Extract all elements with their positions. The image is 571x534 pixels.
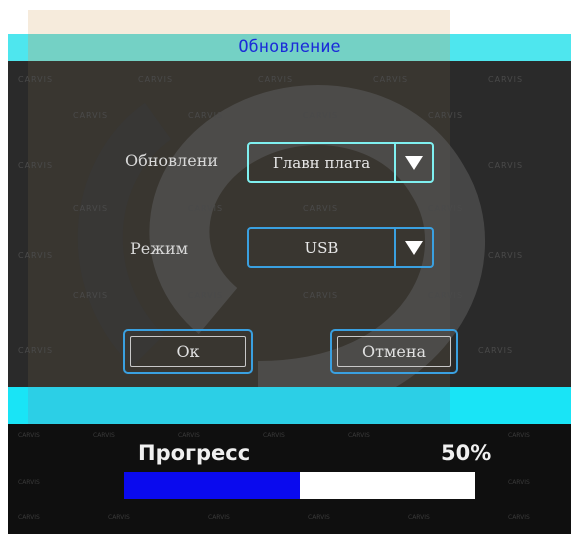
top-strip: [28, 10, 450, 34]
dialog-title: Обновление: [238, 37, 341, 57]
cancel-button-label: Отмена: [337, 336, 451, 367]
update-target-dropdown-button[interactable]: [394, 144, 432, 181]
watermark: CARVIS: [18, 514, 40, 521]
watermark: CARVIS: [73, 291, 109, 300]
watermark: CARVIS: [428, 111, 464, 120]
watermark: CARVIS: [478, 346, 514, 355]
background-swirl: [28, 61, 485, 387]
update-target-value: Главн плата: [272, 153, 371, 172]
watermark: CARVIS: [488, 75, 524, 84]
watermark: CARVIS: [303, 111, 339, 120]
progress-panel: CARVIS CARVIS CARVIS CARVIS CARVIS CARVI…: [8, 424, 571, 534]
cancel-button[interactable]: Отмена: [330, 329, 458, 374]
watermark: CARVIS: [18, 75, 54, 84]
update-target-select[interactable]: Главн плата: [247, 142, 434, 183]
dialog-title-bar: Обновление: [8, 34, 571, 61]
watermark: CARVIS: [188, 291, 224, 300]
watermark: CARVIS: [258, 75, 294, 84]
progress-bar-fill: [124, 472, 300, 499]
separator-band: [8, 387, 571, 424]
watermark: CARVIS: [308, 514, 330, 521]
watermark: CARVIS: [373, 75, 409, 84]
watermark: CARVIS: [348, 432, 370, 439]
watermark: CARVIS: [93, 432, 115, 439]
mode-label: Режим: [130, 239, 189, 258]
watermark: CARVIS: [73, 111, 109, 120]
watermark: CARVIS: [188, 204, 224, 213]
watermark: CARVIS: [488, 251, 524, 260]
watermark: CARVIS: [18, 432, 40, 439]
mode-value: USB: [304, 238, 339, 257]
watermark: CARVIS: [303, 291, 339, 300]
watermark: CARVIS: [108, 514, 130, 521]
chevron-down-icon: [405, 155, 423, 170]
watermark: CARVIS: [428, 204, 464, 213]
mode-dropdown-button[interactable]: [394, 229, 432, 266]
progress-label: Прогресс: [138, 441, 251, 465]
mode-select[interactable]: USB: [247, 227, 434, 268]
watermark: CARVIS: [18, 346, 54, 355]
watermark: CARVIS: [508, 514, 530, 521]
watermark: CARVIS: [188, 111, 224, 120]
chevron-down-icon: [405, 240, 423, 255]
watermark: CARVIS: [428, 291, 464, 300]
watermark: CARVIS: [138, 75, 174, 84]
watermark: CARVIS: [488, 161, 524, 170]
watermark: CARVIS: [73, 204, 109, 213]
watermark: CARVIS: [178, 432, 200, 439]
ok-button-label: Ок: [130, 336, 246, 367]
watermark: CARVIS: [508, 432, 530, 439]
watermark: CARVIS: [18, 251, 54, 260]
watermark: CARVIS: [263, 432, 285, 439]
watermark: CARVIS: [18, 479, 40, 486]
update-dialog: CARVIS CARVIS CARVIS CARVIS CARVIS CARVI…: [8, 61, 571, 387]
progress-percent: 50%: [441, 441, 492, 465]
progress-bar: [124, 472, 475, 499]
watermark: CARVIS: [18, 161, 54, 170]
ok-button[interactable]: Ок: [123, 329, 253, 374]
update-label: Обновлени: [125, 151, 219, 170]
watermark: CARVIS: [208, 514, 230, 521]
screen: Обновление CARVIS CARVIS CARVIS CARVIS C…: [0, 0, 571, 534]
watermark: CARVIS: [303, 204, 339, 213]
watermark: CARVIS: [408, 514, 430, 521]
watermark: CARVIS: [508, 479, 530, 486]
